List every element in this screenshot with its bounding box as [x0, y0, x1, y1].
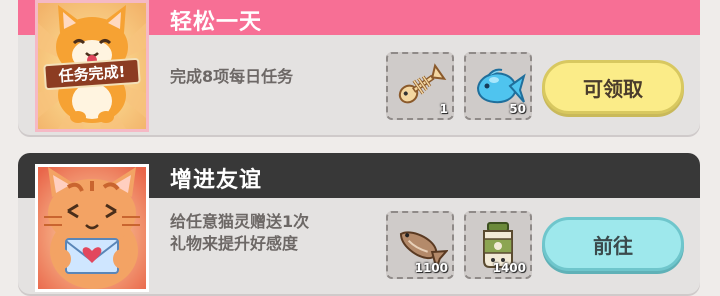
reward-quantity: 50 [509, 102, 526, 116]
task-portrait [35, 164, 149, 292]
task-description-line: 完成8项每日任务 [170, 67, 294, 86]
reward-slot[interactable]: 1400 [464, 211, 532, 279]
task-description-line: 给任意猫灵赠送1次 [170, 212, 310, 231]
task-card-easy-day: 轻松一天 任务完成! 完成8项每日任务 1 50 可领取 [18, 0, 700, 135]
reward-slot[interactable]: 50 [464, 52, 532, 120]
task-description-line: 礼物来提升好感度 [170, 234, 299, 253]
task-description: 完成8项每日任务 [170, 66, 293, 88]
reward-slot[interactable]: 1 [386, 52, 454, 120]
task-description: 给任意猫灵赠送1次 礼物来提升好感度 [170, 211, 309, 255]
task-card-friendship: 增进友谊 给任意猫灵赠送1次 礼物来提升好感度 1100 1400 前往 [18, 153, 700, 294]
cat-with-letter-icon [38, 167, 146, 289]
task-portrait: 任务完成! [35, 0, 149, 132]
claim-button[interactable]: 可领取 [542, 60, 684, 114]
reward-quantity: 1 [439, 102, 448, 116]
reward-slot[interactable]: 1100 [386, 211, 454, 279]
task-title: 增进友谊 [170, 168, 263, 193]
reward-quantity: 1100 [414, 261, 448, 275]
task-title: 轻松一天 [170, 10, 263, 35]
reward-quantity: 1400 [492, 261, 526, 275]
go-button[interactable]: 前往 [542, 217, 684, 271]
